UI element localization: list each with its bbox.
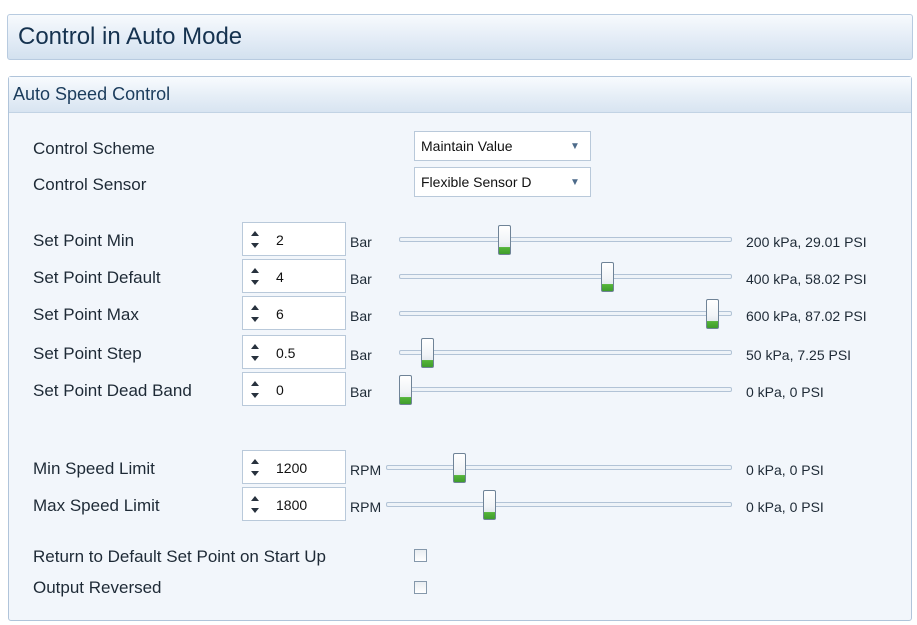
set-point-default-slider-thumb[interactable] [600,262,614,292]
control-sensor-value: Flexible Sensor D [421,174,532,190]
auto-speed-control-group: Auto Speed Control Control Scheme Mainta… [8,76,912,621]
spin-arrows-icon[interactable] [250,267,260,287]
set-point-min-readout: 200 kPa, 29.01 PSI [746,234,867,250]
min-speed-limit-label: Min Speed Limit [33,459,155,478]
return-to-default-checkbox[interactable] [414,549,427,562]
set-point-max-stepper[interactable]: 6 [242,296,346,330]
min-speed-limit-stepper[interactable]: 1200 [242,450,346,484]
min-speed-limit-unit: RPM [350,462,382,478]
set-point-step-slider-thumb[interactable] [421,338,435,368]
set-point-max-label: Set Point Max [33,305,139,324]
chevron-down-icon: ▼ [570,177,580,188]
set-point-max-readout: 600 kPa, 87.02 PSI [746,308,867,324]
main-header: Control in Auto Mode [7,14,913,60]
set-point-default-value: 4 [276,269,284,285]
set-point-dead-band-label: Set Point Dead Band [33,381,192,400]
return-to-default-label: Return to Default Set Point on Start Up [33,547,326,566]
control-scheme-label: Control Scheme [33,139,155,158]
group-header: Auto Speed Control [9,77,911,113]
set-point-step-readout: 50 kPa, 7.25 PSI [746,347,852,363]
set-point-default-label: Set Point Default [33,268,161,287]
max-speed-limit-slider-thumb[interactable] [482,490,496,520]
min-speed-limit-readout: 0 kPa, 0 PSI [746,462,824,478]
set-point-max-unit: Bar [350,308,372,324]
set-point-default-readout: 400 kPa, 58.02 PSI [746,271,867,287]
output-reversed-label: Output Reversed [33,578,162,597]
spin-arrows-icon[interactable] [250,380,260,400]
set-point-step-stepper[interactable]: 0.5 [242,335,346,369]
set-point-default-stepper[interactable]: 4 [242,259,346,293]
set-point-dead-band-readout: 0 kPa, 0 PSI [746,384,824,400]
control-sensor-label: Control Sensor [33,175,147,194]
set-point-min-value: 2 [276,232,284,248]
page-title: Control in Auto Mode [18,23,243,50]
set-point-default-unit: Bar [350,271,372,287]
chevron-down-icon: ▼ [570,141,580,152]
spin-arrows-icon[interactable] [250,304,260,324]
set-point-dead-band-stepper[interactable]: 0 [242,372,346,406]
set-point-min-unit: Bar [350,234,372,250]
set-point-max-slider-track[interactable] [399,311,732,316]
max-speed-limit-stepper[interactable]: 1800 [242,487,346,521]
control-sensor-dropdown[interactable]: Flexible Sensor D ▼ [414,167,591,197]
min-speed-limit-value: 1200 [276,460,308,476]
spin-arrows-icon[interactable] [250,230,260,250]
max-speed-limit-slider-track[interactable] [386,502,732,507]
set-point-default-slider-track[interactable] [399,274,732,279]
set-point-min-stepper[interactable]: 2 [242,222,346,256]
max-speed-limit-unit: RPM [350,499,382,515]
spin-arrows-icon[interactable] [250,343,260,363]
spin-arrows-icon[interactable] [250,495,260,515]
set-point-dead-band-value: 0 [276,382,284,398]
set-point-max-value: 6 [276,306,284,322]
set-point-step-label: Set Point Step [33,344,142,363]
set-point-dead-band-slider-thumb[interactable] [399,375,412,405]
set-point-dead-band-slider-track[interactable] [399,387,732,392]
spin-arrows-icon[interactable] [250,458,260,478]
control-scheme-value: Maintain Value [421,138,513,154]
set-point-min-label: Set Point Min [33,231,135,250]
min-speed-limit-slider-track[interactable] [386,465,732,470]
max-speed-limit-readout: 0 kPa, 0 PSI [746,499,824,515]
set-point-step-slider-track[interactable] [399,350,732,355]
output-reversed-checkbox[interactable] [414,581,427,594]
set-point-min-slider-track[interactable] [399,237,732,242]
max-speed-limit-value: 1800 [276,497,308,513]
set-point-dead-band-unit: Bar [350,384,372,400]
set-point-step-value: 0.5 [276,345,296,361]
set-point-min-slider-thumb[interactable] [498,225,512,255]
min-speed-limit-slider-thumb[interactable] [452,453,466,483]
control-scheme-dropdown[interactable]: Maintain Value ▼ [414,131,591,161]
set-point-step-unit: Bar [350,347,372,363]
max-speed-limit-label: Max Speed Limit [33,496,160,515]
set-point-max-slider-thumb[interactable] [706,299,720,329]
group-title: Auto Speed Control [13,84,171,104]
